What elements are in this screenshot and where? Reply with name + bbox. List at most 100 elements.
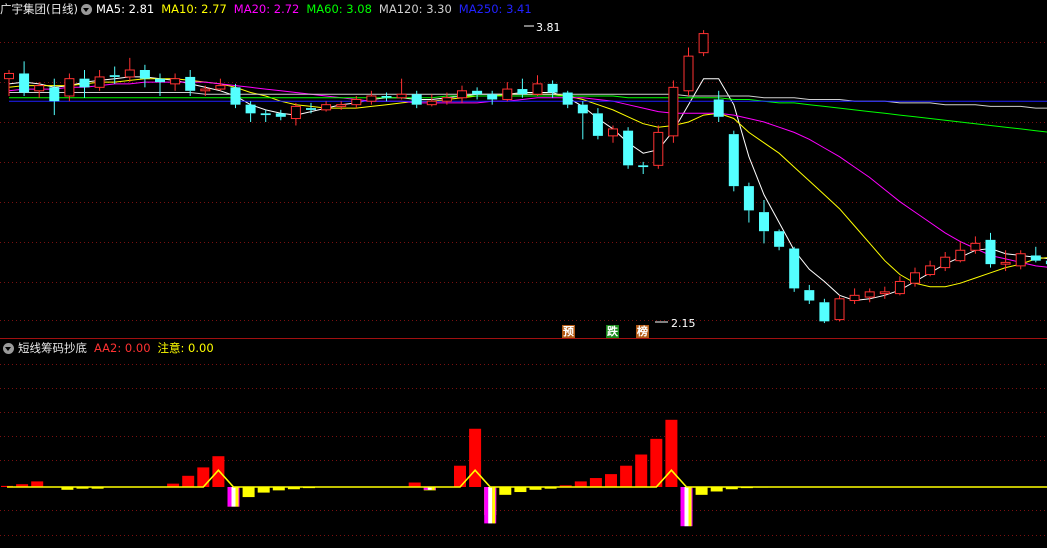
aa2-bar <box>454 465 466 487</box>
notice-spike <box>680 487 693 527</box>
chart-canvas: 3.81 2.15 <box>0 21 1047 536</box>
candle <box>683 47 694 96</box>
notice-label: 注意: 0.00 <box>157 341 214 355</box>
aa2-bar <box>197 467 210 487</box>
notice-spike <box>484 487 497 524</box>
candle <box>19 61 30 96</box>
candle <box>940 252 951 272</box>
notice-spike <box>227 487 240 507</box>
candle <box>170 73 181 91</box>
candle <box>955 241 966 263</box>
candle <box>517 78 528 98</box>
candle <box>577 101 588 140</box>
candle <box>457 85 467 103</box>
stock-title: 广宇集团(日线) <box>0 2 78 16</box>
ma-legend: MA5: 2.81 MA10: 2.77 MA20: 2.72 MA60: 3.08 M… <box>96 2 539 16</box>
candle <box>1000 250 1011 272</box>
tag-die: 跌 <box>606 325 619 338</box>
candle <box>260 109 271 122</box>
candle <box>139 64 150 88</box>
chevron-down-icon[interactable] <box>80 3 92 15</box>
candle <box>275 109 286 121</box>
candle <box>472 87 483 100</box>
aa2-bar <box>605 474 617 487</box>
moving-average-lines <box>8 76 1047 302</box>
high-price-label: 3.81 <box>536 21 561 34</box>
aa2-bar <box>620 465 633 487</box>
upper-panel-header: 广宇集团(日线) MA5: 2.81 MA10: 2.77 MA20: 2.72 MA… <box>0 1 539 17</box>
candle <box>487 90 498 105</box>
aa2-bar <box>257 487 270 493</box>
candle <box>623 127 634 169</box>
candle <box>411 90 422 109</box>
candle <box>396 78 407 100</box>
chevron-down-icon[interactable] <box>3 342 14 354</box>
aa2-bar <box>589 478 602 487</box>
candle <box>743 182 754 223</box>
candle <box>64 73 75 102</box>
aa2-bar <box>574 481 587 487</box>
candle <box>804 284 815 304</box>
candle <box>124 57 135 83</box>
candle <box>426 94 437 107</box>
candle <box>321 101 332 112</box>
tag-yu: 预 <box>562 325 575 338</box>
candle <box>306 102 316 114</box>
candle <box>879 286 890 299</box>
ma-legend-item: MA5: 2.81 <box>95 2 155 16</box>
candle <box>245 101 256 122</box>
aa2-bar <box>665 419 678 487</box>
ma-line-ma10 <box>8 78 1047 288</box>
candle <box>94 70 105 91</box>
candle <box>502 82 513 102</box>
candle <box>819 298 830 324</box>
candle <box>592 108 603 140</box>
ma-line-ma20 <box>8 81 1047 268</box>
candle <box>849 288 860 304</box>
candle <box>230 83 241 109</box>
candle <box>562 90 573 109</box>
candle <box>1015 250 1026 270</box>
tag-bang: 榜 <box>636 325 649 338</box>
notice-line <box>7 469 1047 488</box>
aa2-label: AA2: 0.00 <box>94 341 151 355</box>
aa2-bar <box>31 481 44 487</box>
low-price-label: 2.15 <box>671 317 696 330</box>
candle <box>759 200 769 244</box>
candle <box>638 161 649 174</box>
aa2-bar <box>212 456 225 487</box>
grid-lines <box>0 42 1047 536</box>
aa2-bar <box>469 428 482 487</box>
lower-panel-header: 短线筹码抄底 AA2: 0.00 注意: 0.00 <box>0 340 221 356</box>
aa2-bar <box>182 475 195 487</box>
aa2-bar <box>499 487 512 495</box>
ma-legend-item: MA10: 2.77 <box>161 2 227 16</box>
ma-legend-item: MA120: 3.30 <box>378 2 452 16</box>
candle <box>653 125 664 169</box>
candle <box>728 130 739 192</box>
ma-legend-item: MA60: 3.08 <box>306 2 372 16</box>
ma-legend-item: MA250: 3.41 <box>458 2 532 16</box>
candle <box>925 260 936 277</box>
candle <box>713 90 724 122</box>
candle <box>79 70 90 98</box>
candle <box>698 30 709 57</box>
candle <box>834 295 845 322</box>
candle <box>864 288 875 303</box>
candle <box>668 80 679 143</box>
aa2-bar <box>635 454 648 487</box>
candle <box>894 276 905 296</box>
candle <box>49 78 60 116</box>
aa2-bar <box>242 487 255 498</box>
candlestick-series <box>4 30 1047 324</box>
aa2-bar <box>650 438 663 487</box>
ma-line-ma60 <box>9 95 1047 133</box>
candle <box>774 229 785 251</box>
candle <box>985 232 996 268</box>
ma-line-ma120 <box>9 92 1047 109</box>
price-annotations: 3.81 2.15 <box>524 21 696 330</box>
candle <box>789 246 800 292</box>
candle <box>532 75 543 96</box>
aa2-bar <box>695 487 708 495</box>
candle <box>366 90 377 105</box>
